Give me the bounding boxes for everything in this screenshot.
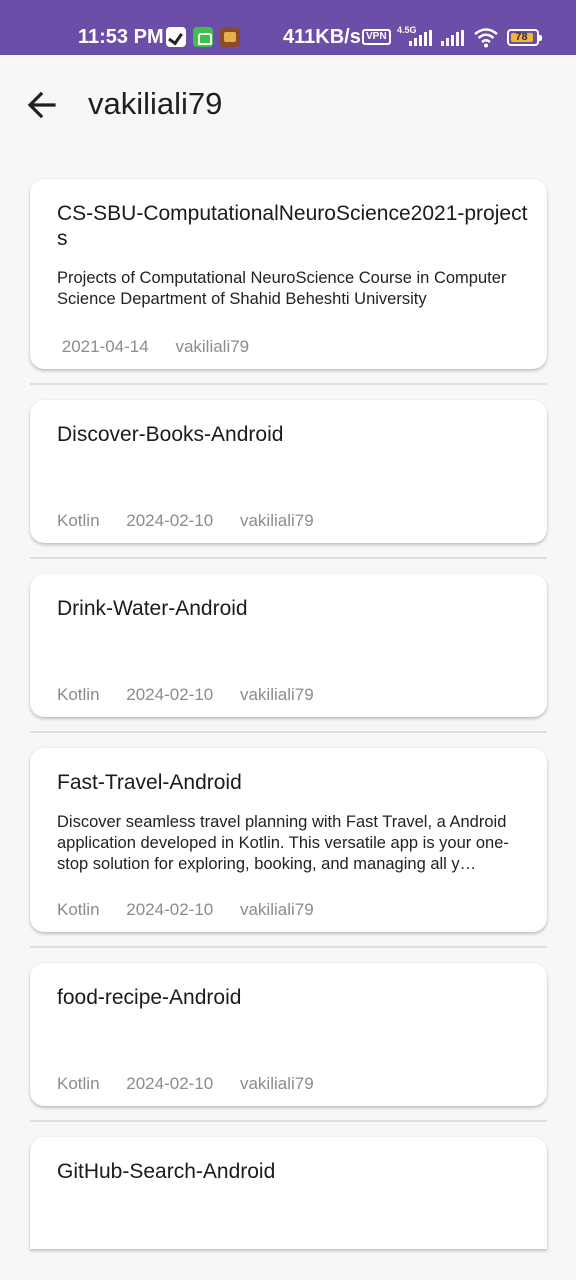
repo-meta: Kotlin 2024-02-10 vakiliali79 (57, 900, 336, 920)
repo-name: GitHub-Search-Android (57, 1160, 276, 1183)
divider (30, 383, 547, 385)
repo-language: Kotlin (57, 511, 100, 530)
repo-date: 2024-02-10 (126, 900, 214, 919)
android-icon (193, 27, 213, 47)
divider (30, 1120, 547, 1122)
repo-meta: Kotlin 2024-02-10 vakiliali79 (57, 511, 336, 531)
repo-name: Drink-Water-Android (57, 597, 248, 620)
v-app-icon (166, 27, 186, 47)
divider (30, 731, 547, 733)
repo-card[interactable]: CS-SBU-ComputationalNeuroScience2021-pro… (30, 179, 547, 369)
status-time: 11:53 PM (78, 26, 164, 48)
divider (30, 557, 547, 559)
repo-card[interactable]: food-recipe-Android Kotlin 2024-02-10 va… (30, 963, 547, 1106)
repo-owner: vakiliali79 (175, 337, 250, 356)
app-bar: vakiliali79 (0, 55, 576, 155)
repo-owner: vakiliali79 (239, 511, 314, 530)
repo-owner: vakiliali79 (239, 1074, 314, 1093)
divider (30, 946, 547, 948)
battery-icon: 78 (507, 29, 542, 46)
repo-date: 2024-02-10 (126, 685, 214, 704)
repo-meta: 2021-04-14 vakiliali79 (57, 337, 271, 357)
repo-language: Kotlin (57, 685, 100, 704)
repo-date: 2024-02-10 (126, 511, 214, 530)
back-arrow-icon (27, 91, 56, 119)
vpn-badge: VPN (362, 29, 391, 45)
page-title: vakiliali79 (88, 86, 223, 121)
signal-icon (441, 30, 465, 46)
repo-description: Discover seamless travel planning with F… (57, 813, 509, 873)
repo-card[interactable]: GitHub-Search-Android (30, 1137, 547, 1249)
repo-meta: Kotlin 2024-02-10 vakiliali79 (57, 1074, 336, 1094)
repo-card[interactable]: Fast-Travel-Android Discover seamless tr… (30, 748, 547, 932)
repo-owner: vakiliali79 (239, 900, 314, 919)
repo-meta: Kotlin 2024-02-10 vakiliali79 (57, 685, 336, 705)
signal-icon (409, 30, 433, 46)
repo-owner: vakiliali79 (239, 685, 314, 704)
back-button[interactable] (22, 85, 62, 125)
battery-level: 78 (515, 31, 528, 43)
status-bar: 11:53 PM 411KB/s VPN 4.5G 78 (0, 0, 576, 55)
repo-language: Kotlin (57, 900, 100, 919)
repo-list: CS-SBU-ComputationalNeuroScience2021-pro… (30, 179, 547, 1249)
repo-name: Fast-Travel-Android (57, 771, 242, 794)
repo-date: 2024-02-10 (126, 1074, 214, 1093)
wifi-icon (474, 28, 498, 48)
network-speed: 411KB/s (283, 26, 361, 48)
repo-name: food-recipe-Android (57, 986, 242, 1009)
repo-description: Projects of Computational NeuroScience C… (57, 269, 507, 308)
repo-language: Kotlin (57, 1074, 100, 1093)
game-icon (220, 27, 240, 47)
repo-card[interactable]: Discover-Books-Android Kotlin 2024-02-10… (30, 400, 547, 543)
repo-date: 2021-04-14 (61, 337, 149, 356)
repo-name: CS-SBU-ComputationalNeuroScience2021-pro… (57, 202, 528, 250)
repo-card[interactable]: Drink-Water-Android Kotlin 2024-02-10 va… (30, 574, 547, 717)
repo-name: Discover-Books-Android (57, 423, 284, 446)
